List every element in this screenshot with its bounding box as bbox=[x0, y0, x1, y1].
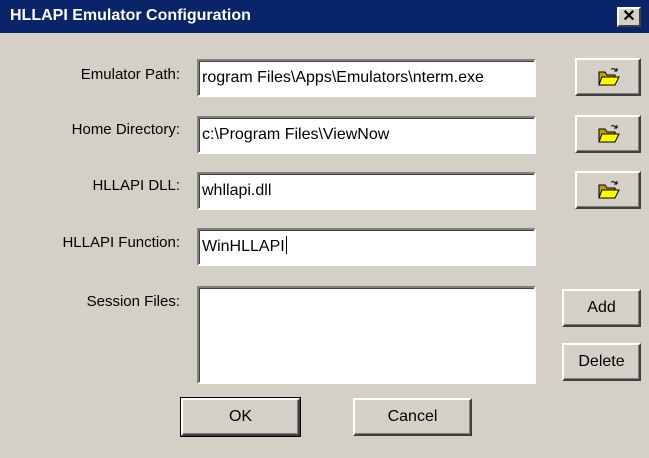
close-icon: ✕ bbox=[622, 8, 636, 25]
hllapi-function-label: HLLAPI Function: bbox=[62, 234, 180, 251]
hllapi-dll-label: HLLAPI DLL: bbox=[92, 177, 180, 194]
browse-hllapi-dll-button[interactable] bbox=[575, 171, 641, 209]
session-files-label: Session Files: bbox=[86, 293, 180, 310]
cancel-button[interactable]: Cancel bbox=[353, 398, 472, 436]
hllapi-dll-input[interactable]: whllapi.dll bbox=[197, 172, 536, 210]
hllapi-function-input[interactable]: WinHLLAPI bbox=[197, 228, 536, 266]
text-caret bbox=[285, 236, 287, 254]
add-button[interactable]: Add bbox=[562, 289, 641, 327]
delete-button[interactable]: Delete bbox=[562, 343, 641, 381]
title-bar: HLLAPI Emulator Configuration ✕ bbox=[0, 0, 649, 33]
session-files-list[interactable] bbox=[197, 286, 536, 384]
folder-open-icon bbox=[598, 181, 620, 199]
browse-emulator-path-button[interactable] bbox=[575, 58, 641, 96]
browse-home-directory-button[interactable] bbox=[575, 115, 641, 153]
emulator-path-label: Emulator Path: bbox=[80, 66, 180, 83]
home-directory-input[interactable]: c:\Program Files\ViewNow bbox=[197, 116, 536, 154]
close-button[interactable]: ✕ bbox=[617, 7, 641, 27]
home-directory-label: Home Directory: bbox=[71, 121, 180, 138]
ok-button[interactable]: OK bbox=[180, 397, 301, 437]
folder-open-icon bbox=[598, 68, 620, 86]
window-title: HLLAPI Emulator Configuration bbox=[10, 7, 251, 24]
folder-open-icon bbox=[598, 125, 620, 143]
emulator-path-input[interactable]: rogram Files\Apps\Emulators\nterm.exe bbox=[197, 59, 536, 97]
